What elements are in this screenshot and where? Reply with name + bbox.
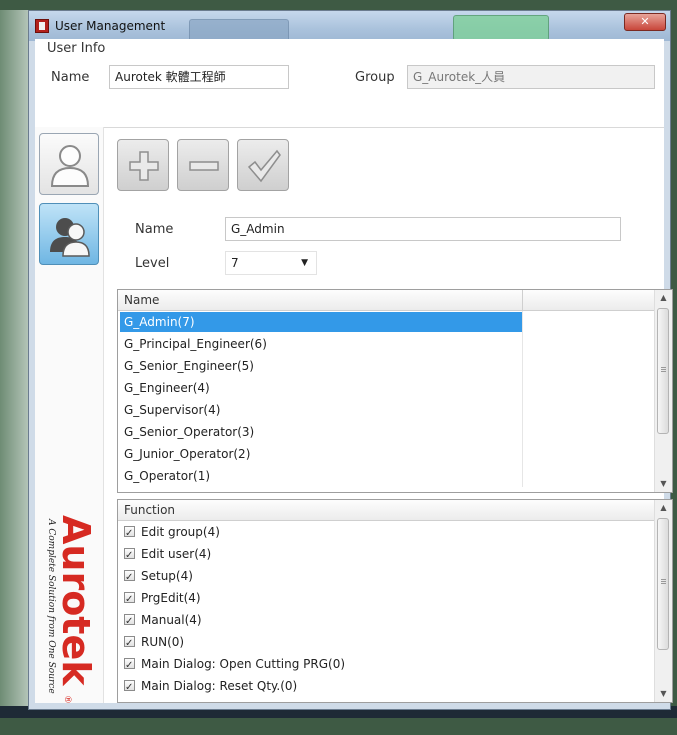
logo-brand: Aurotek [54, 515, 98, 686]
sidebar: A Complete Solution from One Source Auro… [35, 127, 104, 704]
logo-registered-mark: ® [62, 695, 72, 704]
group-field: G_Aurotek_人員 [407, 65, 655, 89]
function-row[interactable]: Edit group(4) [118, 521, 672, 545]
plus-icon [129, 151, 159, 181]
user-name-label: Name [51, 70, 90, 85]
group-list-header[interactable]: Name [118, 290, 672, 311]
level-select[interactable]: 7 ▼ [225, 251, 317, 275]
scroll-thumb[interactable] [657, 308, 669, 434]
level-value: 7 [231, 256, 239, 270]
function-list[interactable]: Function Edit group(4) Edit user(4) Setu… [117, 499, 673, 703]
function-list-scrollbar[interactable]: ▲ ▼ [654, 500, 672, 702]
scroll-down-icon[interactable]: ▼ [655, 476, 672, 492]
add-group-button[interactable] [117, 139, 169, 191]
chevron-down-icon: ▼ [301, 258, 308, 268]
function-row-label: PrgEdit(4) [141, 591, 201, 605]
group-row-label: G_Principal_Engineer(6) [124, 337, 267, 351]
group-icon [50, 218, 90, 257]
group-list-scrollbar[interactable]: ▲ ▼ [654, 290, 672, 492]
user-name-field[interactable]: Aurotek 軟體工程師 [109, 65, 289, 89]
function-row-label: RUN(0) [141, 635, 185, 649]
close-button[interactable]: ✕ [624, 13, 666, 31]
function-row[interactable]: Main Dialog: Open Cutting PRG(0) [118, 653, 672, 677]
function-row[interactable]: Edit user(4) [118, 543, 672, 567]
scroll-up-icon[interactable]: ▲ [655, 290, 672, 306]
title-bar[interactable]: User Management ✕ [29, 11, 670, 43]
group-label: Group [355, 70, 395, 85]
function-list-header-name: Function [124, 503, 176, 517]
function-checkbox[interactable] [124, 523, 135, 545]
function-checkbox[interactable] [124, 655, 135, 677]
group-row-selected[interactable]: G_Admin(7) [118, 311, 672, 333]
window-title: User Management [55, 19, 166, 33]
group-row[interactable]: G_Senior_Engineer(5) [118, 355, 672, 377]
group-row[interactable]: G_Principal_Engineer(6) [118, 333, 672, 355]
scroll-down-icon[interactable]: ▼ [655, 686, 672, 702]
group-name-input[interactable]: G_Admin [225, 217, 621, 241]
level-label: Level [135, 256, 170, 271]
scroll-thumb[interactable] [657, 518, 669, 650]
function-checkbox[interactable] [124, 589, 135, 611]
check-icon [247, 149, 281, 183]
background-window-tab [453, 15, 549, 41]
function-row-label: Manual(4) [141, 613, 202, 627]
scroll-up-icon[interactable]: ▲ [655, 500, 672, 516]
function-row-label: Main Dialog: Open Cutting PRG(0) [141, 657, 346, 671]
group-row[interactable]: G_Supervisor(4) [118, 399, 672, 421]
function-list-header[interactable]: Function [118, 500, 672, 521]
confirm-button[interactable] [237, 139, 289, 191]
function-row-label: Setup(4) [141, 569, 193, 583]
remove-group-button[interactable] [177, 139, 229, 191]
group-row-label: G_Senior_Operator(3) [124, 425, 255, 439]
divider [35, 127, 664, 128]
function-row-label: Main Dialog: Reset Qty.(0) [141, 679, 298, 693]
background-desktop [0, 10, 30, 710]
group-row-label: G_Engineer(4) [124, 381, 210, 395]
aurotek-logo: A Complete Solution from One Source Auro… [41, 515, 99, 735]
group-row[interactable]: G_Senior_Operator(3) [118, 421, 672, 443]
group-mode-button[interactable] [39, 203, 99, 265]
function-row[interactable]: PrgEdit(4) [118, 587, 672, 611]
function-checkbox[interactable] [124, 633, 135, 655]
user-management-window: User Management ✕ User Info Name Aurotek… [28, 10, 673, 710]
function-checkbox[interactable] [124, 567, 135, 589]
group-list[interactable]: Name G_Admin(7) G_Principal_Engineer(6) … [117, 289, 673, 493]
function-checkbox[interactable] [124, 545, 135, 567]
group-list-header-name: Name [124, 293, 160, 307]
function-row[interactable]: Manual(4) [118, 609, 672, 633]
function-row[interactable]: Main Dialog: Reset Qty.(0) [118, 675, 672, 699]
minus-icon [189, 161, 219, 171]
app-icon [35, 19, 49, 33]
user-mode-button[interactable] [39, 133, 99, 195]
function-checkbox[interactable] [124, 611, 135, 633]
group-row-label: G_Supervisor(4) [124, 403, 221, 417]
function-row-label: Edit user(4) [141, 547, 212, 561]
group-row-label: G_Admin(7) [124, 315, 195, 329]
group-row-label: G_Junior_Operator(2) [124, 447, 251, 461]
function-checkbox[interactable] [124, 677, 135, 699]
group-row-label: G_Operator(1) [124, 469, 211, 483]
group-row[interactable]: G_Operator(1) [118, 465, 672, 487]
group-row-label: G_Senior_Engineer(5) [124, 359, 254, 373]
user-info-section-label: User Info [47, 41, 106, 56]
group-row[interactable]: G_Engineer(4) [118, 377, 672, 399]
function-row-label: Edit group(4) [141, 525, 220, 539]
group-row[interactable]: G_Junior_Operator(2) [118, 443, 672, 465]
group-name-label: Name [135, 222, 174, 237]
user-icon [50, 145, 90, 187]
window-content: User Info Name Aurotek 軟體工程師 Group G_Aur… [35, 39, 673, 704]
function-row[interactable]: Setup(4) [118, 565, 672, 589]
function-row[interactable]: RUN(0) [118, 631, 672, 655]
